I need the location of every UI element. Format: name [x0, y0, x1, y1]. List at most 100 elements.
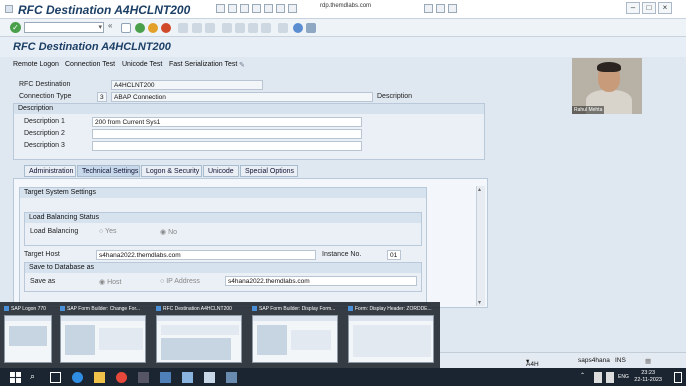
clock-time: 23:23: [641, 370, 656, 376]
remote-logon-button[interactable]: Remote Logon: [13, 61, 59, 68]
rdp-host-label: rdp.themdlabs.com: [320, 3, 372, 9]
description2-field[interactable]: [92, 129, 362, 139]
target-host-field[interactable]: s4hana2022.themdlabs.com: [96, 250, 316, 260]
chrome-icon[interactable]: [116, 372, 127, 383]
thumbnail-form-builder-change[interactable]: SAP Form Builder: Change For...: [58, 305, 150, 365]
enter-icon[interactable]: ✓: [10, 22, 21, 33]
connection-type-code-field[interactable]: 3: [97, 92, 107, 102]
language-indicator[interactable]: ENG: [618, 374, 629, 380]
find-toolbar-icon[interactable]: [192, 23, 202, 33]
tray-network-icon[interactable]: [594, 372, 602, 383]
find-next-icon[interactable]: [205, 23, 215, 33]
window-title: RFC Destination A4HCLNT200: [18, 3, 191, 17]
sap-logon-taskbar-icon[interactable]: [160, 372, 171, 383]
thumbnail-form-display-header[interactable]: Form: Display Header: ZORDDE...: [346, 305, 438, 365]
layout-icon[interactable]: [276, 4, 285, 13]
scroll-down-icon[interactable]: ▾: [478, 299, 481, 306]
vertical-scrollbar[interactable]: ▴ ▾: [476, 186, 485, 306]
close-button[interactable]: ×: [658, 2, 672, 14]
standard-toolbar: ✓ ▾ «: [0, 19, 686, 37]
thumbnail-rfc-destination[interactable]: RFC Destination A4HCLNT200: [154, 305, 246, 365]
next-page-icon[interactable]: [248, 23, 258, 33]
tray-chevron-icon[interactable]: ⌃: [580, 372, 588, 383]
first-page-icon[interactable]: [222, 23, 232, 33]
print-toolbar-icon[interactable]: [178, 23, 188, 33]
system-info[interactable]: A4H (2) 100 ▾: [526, 357, 539, 382]
input-mode[interactable]: INS: [615, 357, 626, 364]
layout-menu-icon[interactable]: [306, 23, 316, 33]
rfc-destination-label: RFC Destination: [19, 81, 71, 88]
tab-technical-settings[interactable]: Technical Settings: [77, 165, 140, 177]
yes-radio[interactable]: ○ Yes: [99, 228, 116, 235]
search-icon[interactable]: ⌕: [30, 371, 41, 382]
scroll-up-icon[interactable]: ▴: [478, 186, 481, 193]
maximize-button[interactable]: □: [642, 2, 656, 14]
edge-icon[interactable]: [72, 372, 83, 383]
find-icon[interactable]: [264, 4, 273, 13]
command-field[interactable]: ▾: [24, 22, 104, 33]
forward-nav-icon[interactable]: [228, 4, 237, 13]
minimize-button[interactable]: –: [626, 2, 640, 14]
last-page-icon[interactable]: [261, 23, 271, 33]
previous-page-icon[interactable]: [235, 23, 245, 33]
tray-volume-icon[interactable]: [606, 372, 614, 383]
save-as-field[interactable]: s4hana2022.themdlabs.com: [225, 276, 417, 286]
help-toolbar-icon[interactable]: [293, 23, 303, 33]
host-radio[interactable]: ◉ Host: [99, 278, 121, 286]
back-nav-icon[interactable]: [216, 4, 225, 13]
connection-test-button[interactable]: Connection Test: [65, 61, 115, 68]
exit-icon[interactable]: [148, 23, 158, 33]
customize-icon[interactable]: [424, 4, 433, 13]
sap-gui-icon: [156, 306, 161, 312]
tab-special-options[interactable]: Special Options: [240, 165, 298, 177]
no-radio[interactable]: ◉ No: [160, 228, 177, 236]
settings-icon[interactable]: [436, 4, 445, 13]
webcam-video: Rahul Mehta: [572, 58, 642, 114]
instance-number-field[interactable]: 01: [387, 250, 401, 260]
task-view-icon[interactable]: [50, 372, 61, 383]
thumbnail-form-builder-display[interactable]: SAP Form Builder: Display Form...: [250, 305, 342, 365]
chevron-down-icon[interactable]: ▾: [98, 23, 102, 31]
info-icon[interactable]: [448, 4, 457, 13]
file-explorer-icon[interactable]: [94, 372, 105, 383]
cancel-icon[interactable]: [161, 23, 171, 33]
description1-field[interactable]: 200 from Current Sys1: [92, 117, 362, 127]
rdp-taskbar-icon[interactable]: [204, 372, 215, 383]
tab-logon-security[interactable]: Logon & Security: [141, 165, 202, 177]
back-icon[interactable]: [135, 23, 145, 33]
sap-menu-icon[interactable]: [5, 5, 13, 13]
windows-start-icon[interactable]: [10, 372, 21, 383]
description3-label: Description 3: [24, 142, 65, 149]
clock[interactable]: 23:23 22-11-2023: [634, 370, 662, 384]
unicode-test-button[interactable]: Unicode Test: [122, 61, 162, 68]
new-session-icon[interactable]: [240, 4, 249, 13]
description3-field[interactable]: [92, 141, 362, 151]
application-toolbar: Remote Logon Connection Test Unicode Tes…: [0, 58, 570, 73]
window-titlebar: RFC Destination A4HCLNT200 rdp.themdlabs…: [0, 0, 686, 19]
tab-unicode[interactable]: Unicode: [203, 165, 239, 177]
target-system-settings-title: Target System Settings: [20, 188, 426, 198]
terminal-icon[interactable]: [138, 372, 149, 383]
app-taskbar-icon[interactable]: [226, 372, 237, 383]
fast-serialization-test-button[interactable]: Fast Serialization Test: [169, 61, 237, 68]
thumbnail-preview: [348, 315, 434, 363]
save-icon[interactable]: [121, 23, 131, 33]
thumbnail-sap-logon[interactable]: SAP Logon 770: [2, 305, 54, 365]
connection-type-field[interactable]: ABAP Connection: [111, 92, 373, 102]
double-chevron-icon[interactable]: «: [108, 21, 118, 31]
notification-icon[interactable]: [674, 372, 682, 383]
pencil-icon[interactable]: ✎: [239, 61, 245, 69]
sap-status-bar: A4H (2) 100 ▾ saps4hana INS ▦: [440, 352, 686, 382]
target-system-settings-section: Target System Settings Load Balancing St…: [19, 187, 427, 305]
presenter-hair: [597, 62, 621, 72]
windows-taskbar: ⌕ ⌃ ENG 23:23 22-11-2023: [0, 368, 686, 386]
ip-address-radio[interactable]: ○ IP Address: [160, 278, 200, 285]
print-icon[interactable]: [252, 4, 261, 13]
rfc-destination-field[interactable]: A4HCLNT200: [111, 80, 263, 90]
new-session-toolbar-icon[interactable]: [278, 23, 288, 33]
target-host-label: Target Host: [24, 251, 60, 258]
tab-administration[interactable]: Administration: [24, 165, 76, 177]
sap-gui-taskbar-icon[interactable]: [182, 372, 193, 383]
load-balancing-section: Load Balancing Status Load Balancing ○ Y…: [24, 212, 422, 246]
help-icon[interactable]: [288, 4, 297, 13]
